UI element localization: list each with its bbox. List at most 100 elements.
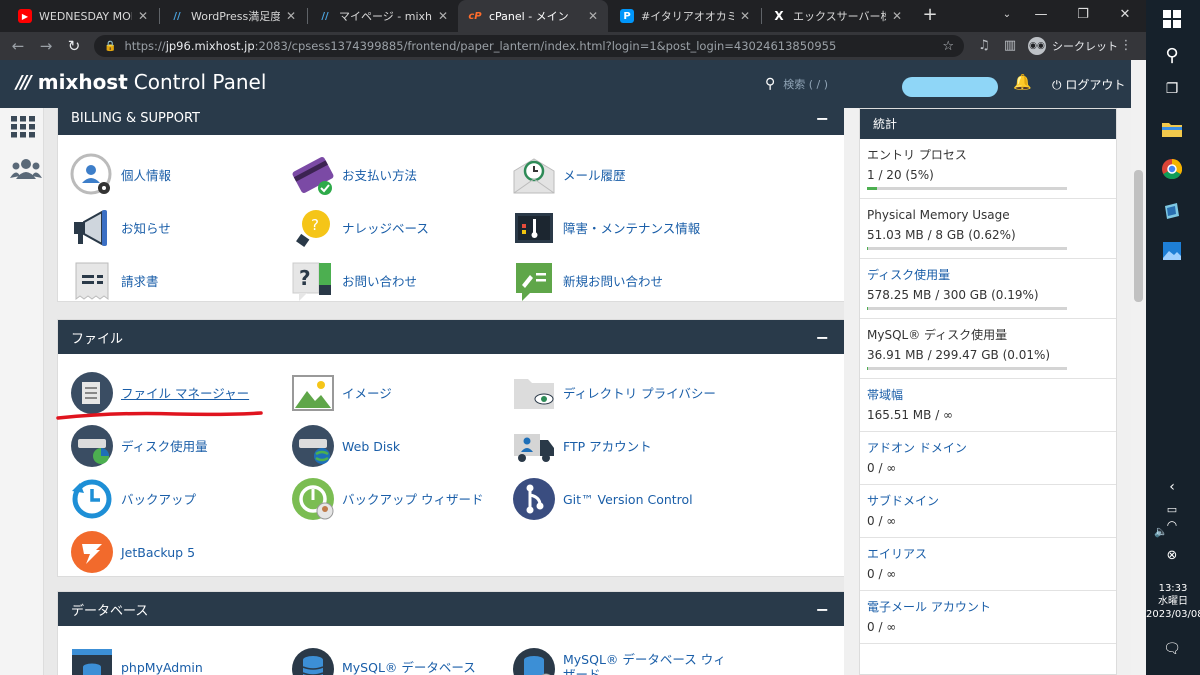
announcements-link[interactable]: お知らせ	[70, 205, 171, 251]
task-view-icon[interactable]: ❐	[1159, 76, 1185, 102]
stat-name[interactable]: サブドメイン	[867, 493, 1108, 509]
screen: ▶ WEDNESDAY MORN ✕ // WordPress満足度No ✕ /…	[0, 0, 1200, 675]
web-disk-link[interactable]: Web Disk	[291, 423, 400, 469]
disk-usage-icon	[70, 424, 114, 468]
app-icon[interactable]	[1159, 198, 1185, 224]
personal-info-link[interactable]: 個人情報	[70, 152, 171, 198]
jetbackup-link[interactable]: JetBackup 5	[70, 529, 195, 575]
disk-usage-link[interactable]: ディスク使用量	[70, 423, 208, 469]
git-version-control-link[interactable]: Git™ Version Control	[512, 476, 693, 522]
images-link[interactable]: イメージ	[291, 370, 392, 416]
tab-search-icon[interactable]: ⌄	[990, 0, 1024, 32]
tab-youtube[interactable]: ▶ WEDNESDAY MORN ✕	[8, 0, 158, 32]
stat-value: 36.91 MB / 299.47 GB (0.01%)	[867, 348, 1051, 362]
directory-privacy-link[interactable]: ディレクトリ プライバシー	[512, 370, 716, 416]
taskbar-clock[interactable]: 13:33 水曜日 2023/03/08	[1146, 582, 1200, 621]
item-label: お問い合わせ	[342, 273, 418, 289]
stat-mysql-disk-usage: MySQL® ディスク使用量 36.91 MB / 299.47 GB (0.0…	[860, 319, 1116, 379]
item-label: バックアップ	[121, 491, 197, 507]
users-icon[interactable]	[10, 158, 42, 182]
new-contact-link[interactable]: 新規お問い合わせ	[512, 258, 663, 304]
new-tab-button[interactable]: +	[920, 4, 940, 28]
reload-button[interactable]: ↻	[64, 36, 84, 56]
stat-name: MySQL® ディスク使用量	[867, 328, 1008, 342]
group-header[interactable]: データベース −	[58, 592, 844, 626]
menu-dots-icon[interactable]: ⋮	[1118, 38, 1134, 54]
tab-wordpress[interactable]: // WordPress満足度No ✕	[160, 0, 306, 32]
collapse-icon[interactable]: −	[816, 600, 829, 619]
logout-button[interactable]: ⏻ ログアウト	[1052, 76, 1125, 93]
search-icon[interactable]: ⚲	[1159, 42, 1185, 68]
payment-method-link[interactable]: お支払い方法	[291, 152, 417, 198]
collapse-icon[interactable]: −	[816, 328, 829, 347]
files-group: ファイル − ファイル マネージャー イメージ ディレクトリ プライバシー ディ…	[56, 319, 844, 577]
close-icon[interactable]: ✕	[738, 9, 752, 23]
mysql-databases-link[interactable]: MySQL® データベース	[291, 644, 476, 675]
stat-subdomains[interactable]: サブドメイン 0 / ∞	[860, 485, 1116, 538]
bookmark-star-icon[interactable]: ☆	[942, 39, 954, 54]
close-icon[interactable]: ⊗	[1159, 542, 1185, 568]
tab-pixiv[interactable]: P #イタリアオオカミけもの ✕	[610, 0, 760, 32]
forward-button[interactable]: →	[36, 36, 56, 56]
window-close-button[interactable]: ✕	[1108, 0, 1142, 32]
stat-addon-domains[interactable]: アドオン ドメイン 0 / ∞	[860, 432, 1116, 485]
backup-link[interactable]: バックアップ	[70, 476, 196, 522]
ftp-accounts-link[interactable]: FTP アカウント	[512, 423, 652, 469]
notification-bell-icon[interactable]: 🔔	[1013, 73, 1032, 91]
item-label: 新規お問い合わせ	[563, 273, 664, 289]
back-button[interactable]: ←	[8, 36, 28, 56]
close-icon[interactable]: ✕	[890, 9, 904, 23]
stat-name[interactable]: 電子メール アカウント	[867, 599, 1108, 615]
volume-icon[interactable]: 🔈	[1148, 518, 1174, 544]
incognito-indicator[interactable]: ◉◉ シークレット	[1028, 36, 1118, 56]
group-header[interactable]: ファイル −	[58, 320, 844, 354]
invoices-link[interactable]: 請求書	[70, 258, 159, 304]
side-panel-icon[interactable]: ▥	[1002, 38, 1018, 54]
tab-xserver[interactable]: X エックスサーバー株式会 ✕	[762, 0, 912, 32]
phpmyadmin-link[interactable]: phpMyAdmin	[70, 644, 203, 675]
maximize-button[interactable]: ❐	[1066, 0, 1100, 32]
photos-icon[interactable]	[1159, 238, 1185, 264]
stat-aliases[interactable]: エイリアス 0 / ∞	[860, 538, 1116, 591]
tab-mypage[interactable]: // マイページ - mixhost ✕	[308, 0, 458, 32]
close-icon[interactable]: ✕	[586, 9, 600, 23]
chrome-icon[interactable]	[1159, 156, 1185, 182]
stat-name[interactable]: エイリアス	[867, 546, 1108, 562]
stat-name[interactable]: ディスク使用量	[867, 267, 1108, 283]
media-control-icon[interactable]: ♫	[976, 38, 992, 54]
maintenance-info-link[interactable]: 障害・メンテナンス情報	[512, 205, 700, 251]
mail-history-link[interactable]: メール履歴	[512, 152, 626, 198]
apps-grid-icon[interactable]	[10, 116, 36, 140]
url-scheme: https://	[124, 39, 166, 53]
user-menu-redacted[interactable]	[902, 77, 998, 97]
file-explorer-icon[interactable]	[1159, 116, 1185, 142]
windows-start-icon[interactable]	[1159, 6, 1185, 32]
stat-usage-fill	[867, 307, 869, 310]
mixhost-logo[interactable]: /// mixhost Control Panel	[16, 70, 266, 94]
notification-center-icon[interactable]: 🗨	[1159, 636, 1185, 662]
knowledge-base-link[interactable]: ? ナレッジベース	[291, 205, 429, 251]
minimize-button[interactable]: —	[1024, 0, 1058, 32]
stat-name[interactable]: 帯域幅	[867, 387, 1108, 403]
close-icon[interactable]: ✕	[136, 9, 150, 23]
cpanel-search[interactable]: ⚲ 検索 ( / )	[765, 76, 828, 92]
mysql-database-wizard-link[interactable]: MySQL® データベース ウィザード	[512, 644, 732, 675]
ftp-truck-icon	[512, 424, 556, 468]
close-icon[interactable]: ✕	[436, 9, 450, 23]
contact-link[interactable]: ? お問い合わせ	[291, 258, 417, 304]
address-bar[interactable]: 🔒 https://jp96.mixhost.jp:2083/cpsess137…	[94, 35, 964, 57]
page-scrollbar[interactable]	[1131, 60, 1146, 675]
page-scrollbar-thumb[interactable]	[1134, 170, 1143, 302]
stat-bandwidth[interactable]: 帯域幅 165.51 MB / ∞	[860, 379, 1116, 432]
incognito-icon: ◉◉	[1028, 37, 1046, 55]
collapse-icon[interactable]: −	[816, 109, 829, 128]
backup-wizard-link[interactable]: バックアップ ウィザード	[291, 476, 483, 522]
billing-support-group: BILLING & SUPPORT − 個人情報 お支払い方法 メール履歴 お知…	[57, 108, 844, 302]
stat-name[interactable]: アドオン ドメイン	[867, 440, 1108, 456]
file-manager-icon	[70, 371, 114, 415]
close-icon[interactable]: ✕	[284, 9, 298, 23]
tab-cpanel-active[interactable]: cP cPanel - メイン ✕	[458, 0, 608, 32]
stat-email-accounts[interactable]: 電子メール アカウント 0 / ∞	[860, 591, 1116, 644]
stat-disk-usage[interactable]: ディスク使用量 578.25 MB / 300 GB (0.19%)	[860, 259, 1116, 319]
group-header[interactable]: BILLING & SUPPORT −	[58, 108, 844, 135]
